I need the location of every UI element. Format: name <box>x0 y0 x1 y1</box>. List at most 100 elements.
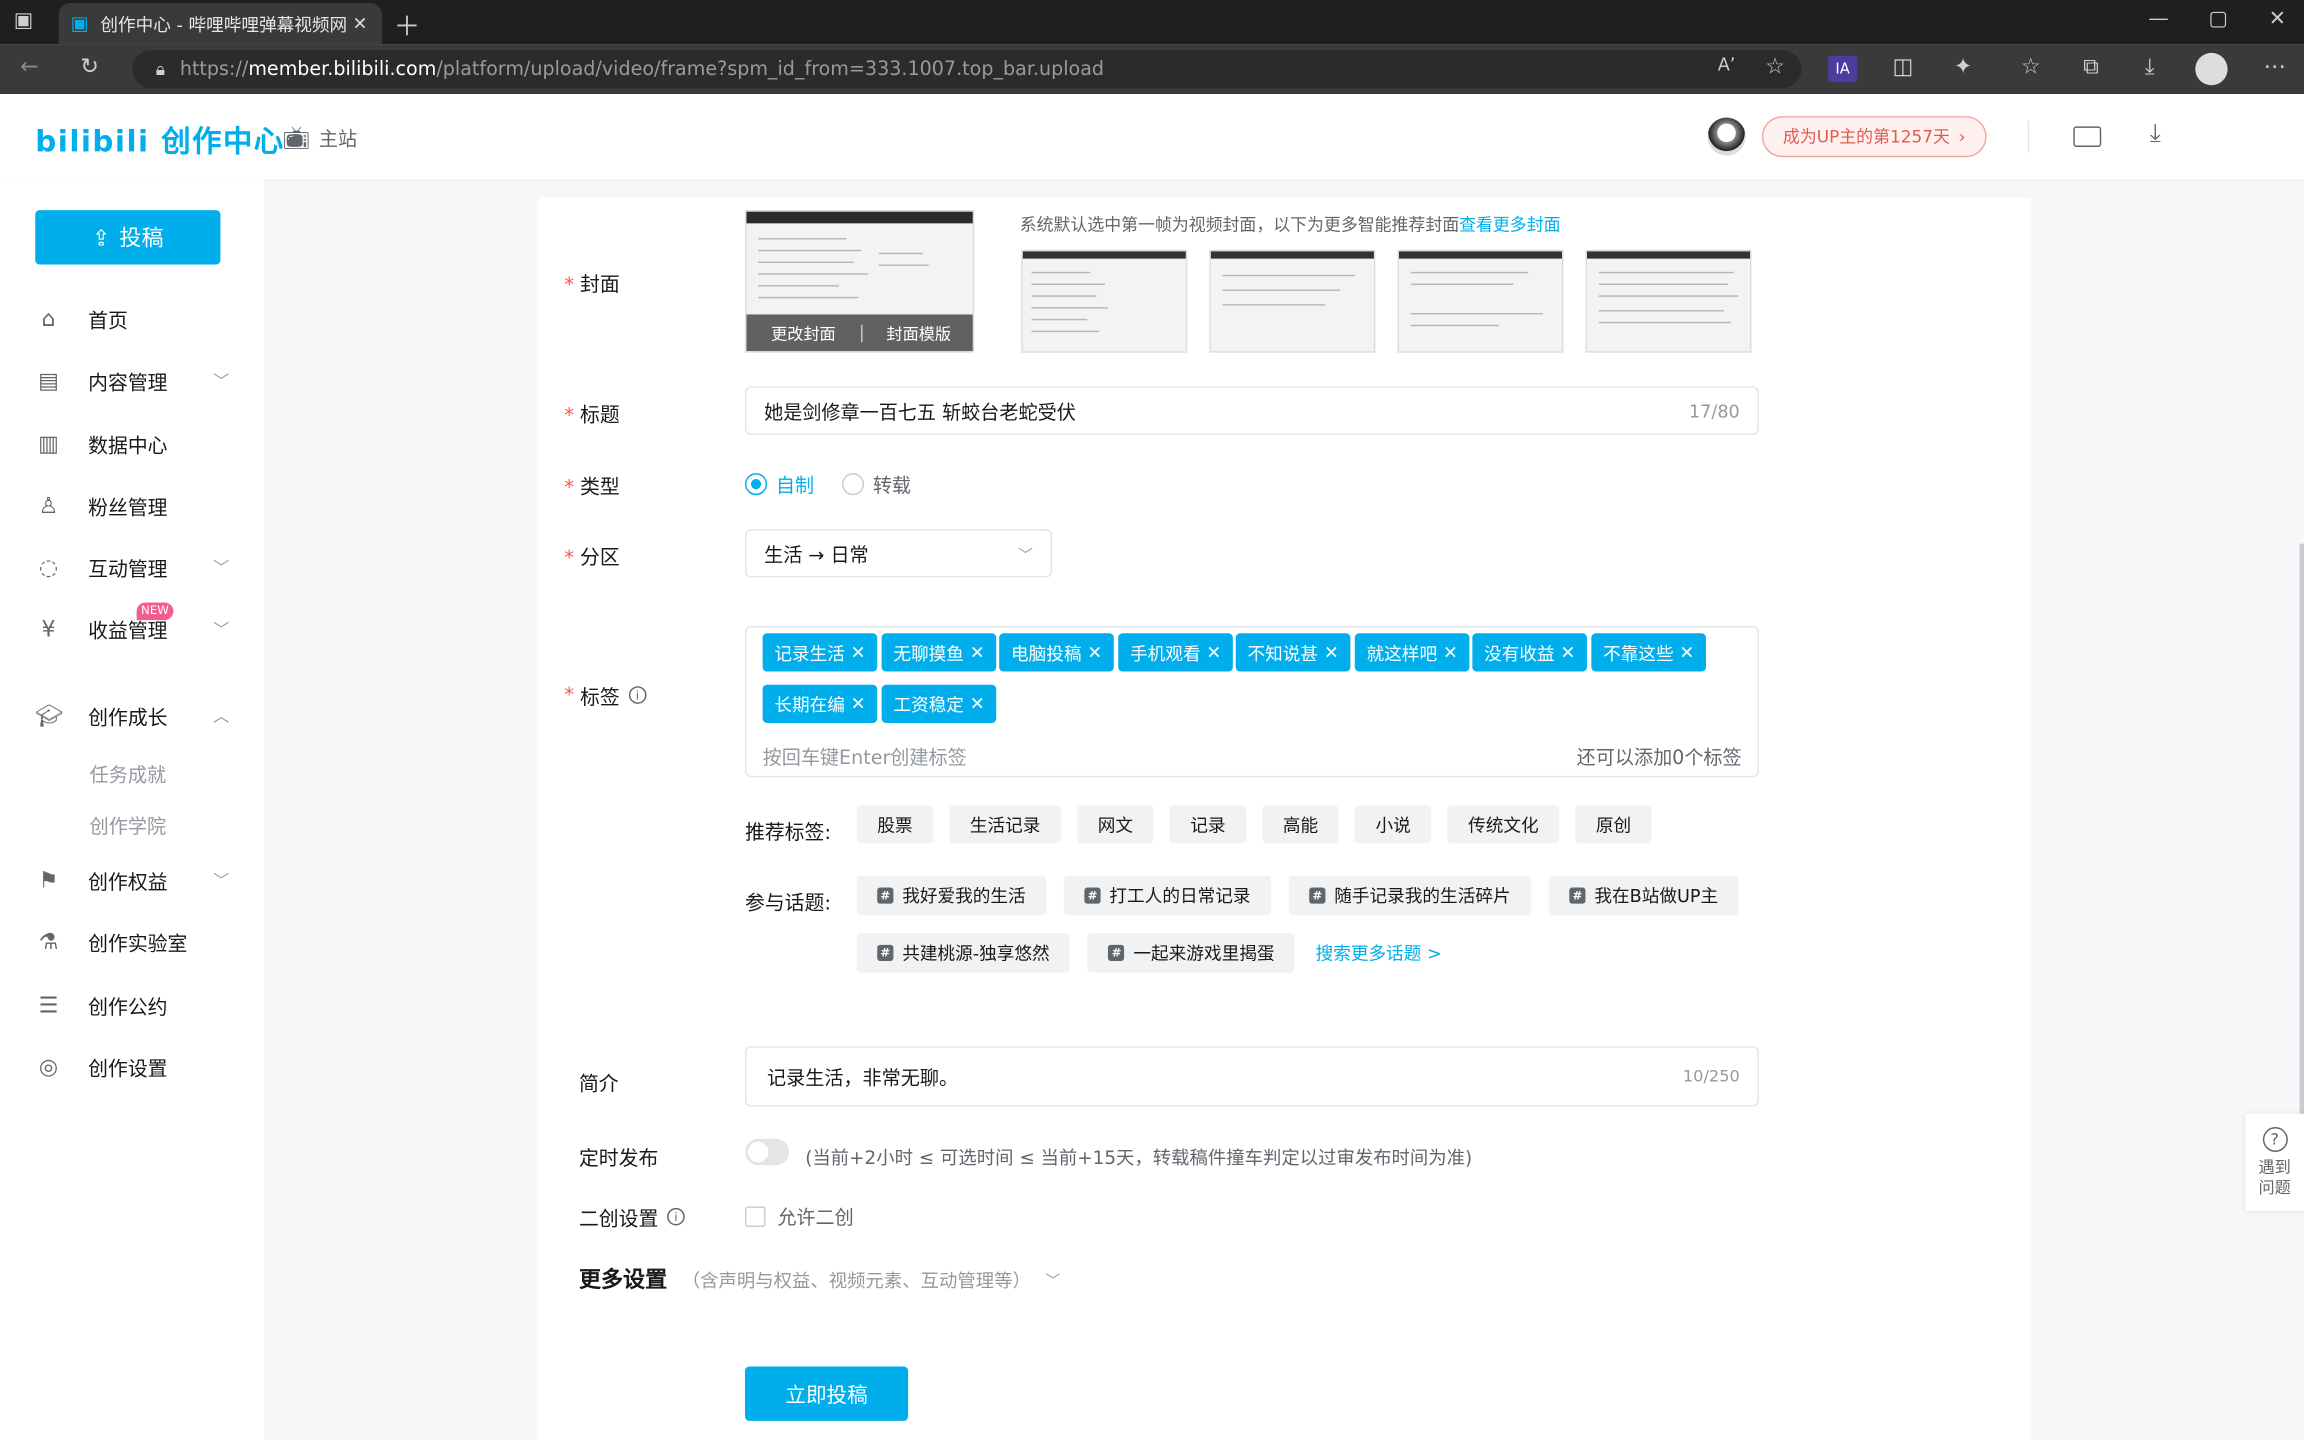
flask-icon: ⚗ <box>38 928 59 956</box>
recommended-tag[interactable]: 股票 <box>856 805 934 844</box>
topic-chip[interactable]: # 一起来游戏里揭蛋 <box>1087 933 1296 973</box>
cover-suggestion-4[interactable] <box>1585 249 1752 353</box>
sidebar-item-interaction[interactable]: ◌ 互动管理 ﹀ <box>35 550 235 585</box>
tab-actions-icon[interactable]: ▣ <box>7 9 39 33</box>
more-covers-link[interactable]: 查看更多封面 <box>1459 215 1560 236</box>
info-icon[interactable]: i <box>628 686 647 704</box>
favorite-add-icon[interactable]: ☆ <box>1759 53 1791 79</box>
schedule-note: (当前+2小时 ≤ 可选时间 ≤ 当前+15天，转载稿件撞车判定以过审发布时间为… <box>805 1146 1473 1169</box>
intro-textarea[interactable]: 记录生活，非常无聊。 10/250 <box>744 1046 1759 1107</box>
topic-chip[interactable]: # 打工人的日常记录 <box>1063 875 1272 916</box>
tag-chip[interactable]: 手机观看 ✕ <box>1118 633 1233 672</box>
recommended-tag[interactable]: 原创 <box>1575 805 1652 844</box>
allow-remix-checkbox[interactable]: 允许二创 <box>744 1202 854 1230</box>
help-button[interactable]: ? 遇到 问题 <box>2245 1113 2304 1211</box>
address-bar[interactable]: 🔒︎ https://member.bilibili.com/platform/… <box>132 49 1802 89</box>
read-aloud-icon[interactable]: Aʼ <box>1710 54 1742 75</box>
close-icon[interactable]: ✕ <box>851 694 866 715</box>
topic-chip[interactable]: # 我在B站做UP主 <box>1548 875 1739 916</box>
tags-placeholder: 按回车键Enter创建标签 <box>762 747 967 770</box>
sidebar-subitem-tasks[interactable]: 任务成就 <box>90 760 166 788</box>
sidebar-item-growth[interactable]: 🎓︎ 创作成长 ︿ <box>35 698 235 733</box>
close-icon[interactable]: ✕ <box>1087 642 1102 663</box>
category-select[interactable]: 生活 → 日常 ﹀ <box>744 528 1053 578</box>
sidebar-item-convention[interactable]: ☰ 创作公约 <box>35 987 235 1022</box>
type-radio-repost[interactable]: 转载 <box>841 470 911 498</box>
close-icon[interactable]: ✕ <box>1324 642 1339 663</box>
info-icon[interactable]: i <box>667 1207 685 1226</box>
creator-center-logo[interactable]: bilibili 创作中心 <box>35 118 284 161</box>
close-icon[interactable]: ✕ <box>851 642 866 663</box>
close-icon[interactable]: ✕ <box>1206 642 1221 663</box>
new-tab-icon[interactable]: ＋ <box>394 6 420 44</box>
scrollbar-thumb[interactable] <box>2299 543 2304 1132</box>
reading-view-icon[interactable]: ◫ <box>1887 53 1919 79</box>
type-radio-original[interactable]: 自制 <box>744 470 814 498</box>
sidebar-item-label: 粉丝管理 <box>88 496 168 521</box>
tag-chip[interactable]: 没有收益 ✕ <box>1472 633 1588 672</box>
sidebar-item-rights[interactable]: ⚑ 创作权益 ﹀ <box>35 863 235 898</box>
sidebar-item-settings[interactable]: ◎ 创作设置 <box>35 1049 235 1084</box>
cover-preview[interactable]: 更改封面 封面模版 <box>744 210 975 353</box>
cover-template-button[interactable]: 封面模版 <box>862 321 973 345</box>
change-cover-button[interactable]: 更改封面 <box>746 321 860 345</box>
tag-chip[interactable]: 不知说甚 ✕ <box>1235 633 1351 672</box>
tag-chip[interactable]: 长期在编 ✕ <box>762 684 878 723</box>
back-icon[interactable]: ← <box>13 53 45 79</box>
sidebar-subitem-academy[interactable]: 创作学院 <box>90 811 166 839</box>
downloads-icon[interactable]: ⤓ <box>2134 53 2166 79</box>
schedule-toggle[interactable] <box>744 1138 790 1166</box>
favorites-icon[interactable]: ☆ <box>2015 53 2047 79</box>
tag-chip[interactable]: 无聊摸鱼 ✕ <box>881 633 997 672</box>
recommended-tag[interactable]: 记录 <box>1169 805 1247 844</box>
message-icon[interactable] <box>2073 126 2102 147</box>
sidebar-item-home[interactable]: ⌂ 首页 <box>35 301 235 336</box>
recommended-tag[interactable]: 传统文化 <box>1447 805 1560 844</box>
close-tab-icon[interactable]: ✕ <box>353 13 368 34</box>
close-icon[interactable]: ✕ <box>970 642 985 663</box>
download-icon[interactable]: ⤓ <box>2150 119 2161 148</box>
sidebar-item-fans[interactable]: ♙ 粉丝管理 <box>35 488 235 523</box>
topic-chip[interactable]: # 随手记录我的生活碎片 <box>1288 875 1532 916</box>
topic-chip[interactable]: # 共建桃源-独享悠然 <box>856 933 1071 973</box>
extension-ia-icon[interactable]: IA <box>1827 55 1858 83</box>
close-window-icon[interactable]: ✕ <box>2269 7 2286 31</box>
tag-chip[interactable]: 电脑投稿 ✕ <box>999 633 1114 672</box>
up-days-badge[interactable]: 成为UP主的第1257天 › <box>1761 116 1987 158</box>
collections-icon[interactable]: ⧉ <box>2075 53 2107 79</box>
recommended-tag[interactable]: 高能 <box>1262 805 1339 844</box>
profile-avatar-icon[interactable] <box>2195 52 2228 86</box>
topic-chip[interactable]: # 我好爱我的生活 <box>856 875 1047 916</box>
cover-suggestion-3[interactable] <box>1397 249 1564 353</box>
close-icon[interactable]: ✕ <box>1443 642 1458 663</box>
more-settings-toggle[interactable]: 更多设置 （含声明与权益、视频元素、互动管理等） ﹀ <box>579 1264 1060 1295</box>
close-icon[interactable]: ✕ <box>1680 642 1695 663</box>
search-more-topics-link[interactable]: 搜索更多话题 > <box>1316 940 1442 965</box>
cover-suggestion-2[interactable] <box>1209 249 1376 353</box>
minimize-icon[interactable]: — <box>2148 7 2169 31</box>
tag-chip[interactable]: 记录生活 ✕ <box>762 633 878 672</box>
post-button[interactable]: ⇪ 投稿 <box>35 210 221 265</box>
sidebar-item-lab[interactable]: ⚗ 创作实验室 <box>35 924 235 959</box>
sidebar-item-data[interactable]: ▥ 数据中心 <box>35 426 235 461</box>
close-icon[interactable]: ✕ <box>970 694 985 715</box>
user-avatar[interactable] <box>1707 117 1746 156</box>
recommended-tag[interactable]: 小说 <box>1354 805 1432 844</box>
more-menu-icon[interactable]: ⋯ <box>2258 53 2290 79</box>
tag-chip[interactable]: 就这样吧 ✕ <box>1354 633 1470 672</box>
tag-chip[interactable]: 工资稳定 ✕ <box>881 684 997 723</box>
refresh-icon[interactable]: ↻ <box>73 53 105 79</box>
recommended-tag[interactable]: 网文 <box>1077 805 1154 844</box>
close-icon[interactable]: ✕ <box>1561 642 1576 663</box>
tag-chip[interactable]: 不靠这些 ✕ <box>1591 633 1707 672</box>
sidebar-item-content[interactable]: ▤ 内容管理 ﹀ <box>35 363 235 398</box>
recommended-tag[interactable]: 生活记录 <box>949 805 1061 844</box>
sidebar-item-income[interactable]: ¥ 收益管理 ﹀ <box>35 611 235 646</box>
extensions-icon[interactable]: ✦ <box>1947 53 1979 79</box>
browser-tab[interactable]: ▣ 创作中心 - 哔哩哔哩弹幕视频网 ✕ <box>58 2 383 45</box>
submit-button[interactable]: 立即投稿 <box>744 1366 909 1421</box>
maximize-icon[interactable]: ▢ <box>2209 7 2228 31</box>
main-site-link[interactable]: 📺︎ 主站 <box>282 123 357 151</box>
cover-suggestion-1[interactable] <box>1021 249 1188 353</box>
title-input[interactable]: 她是剑修章一百七五 斩蛟台老蛇受伏 17/80 <box>744 386 1759 435</box>
